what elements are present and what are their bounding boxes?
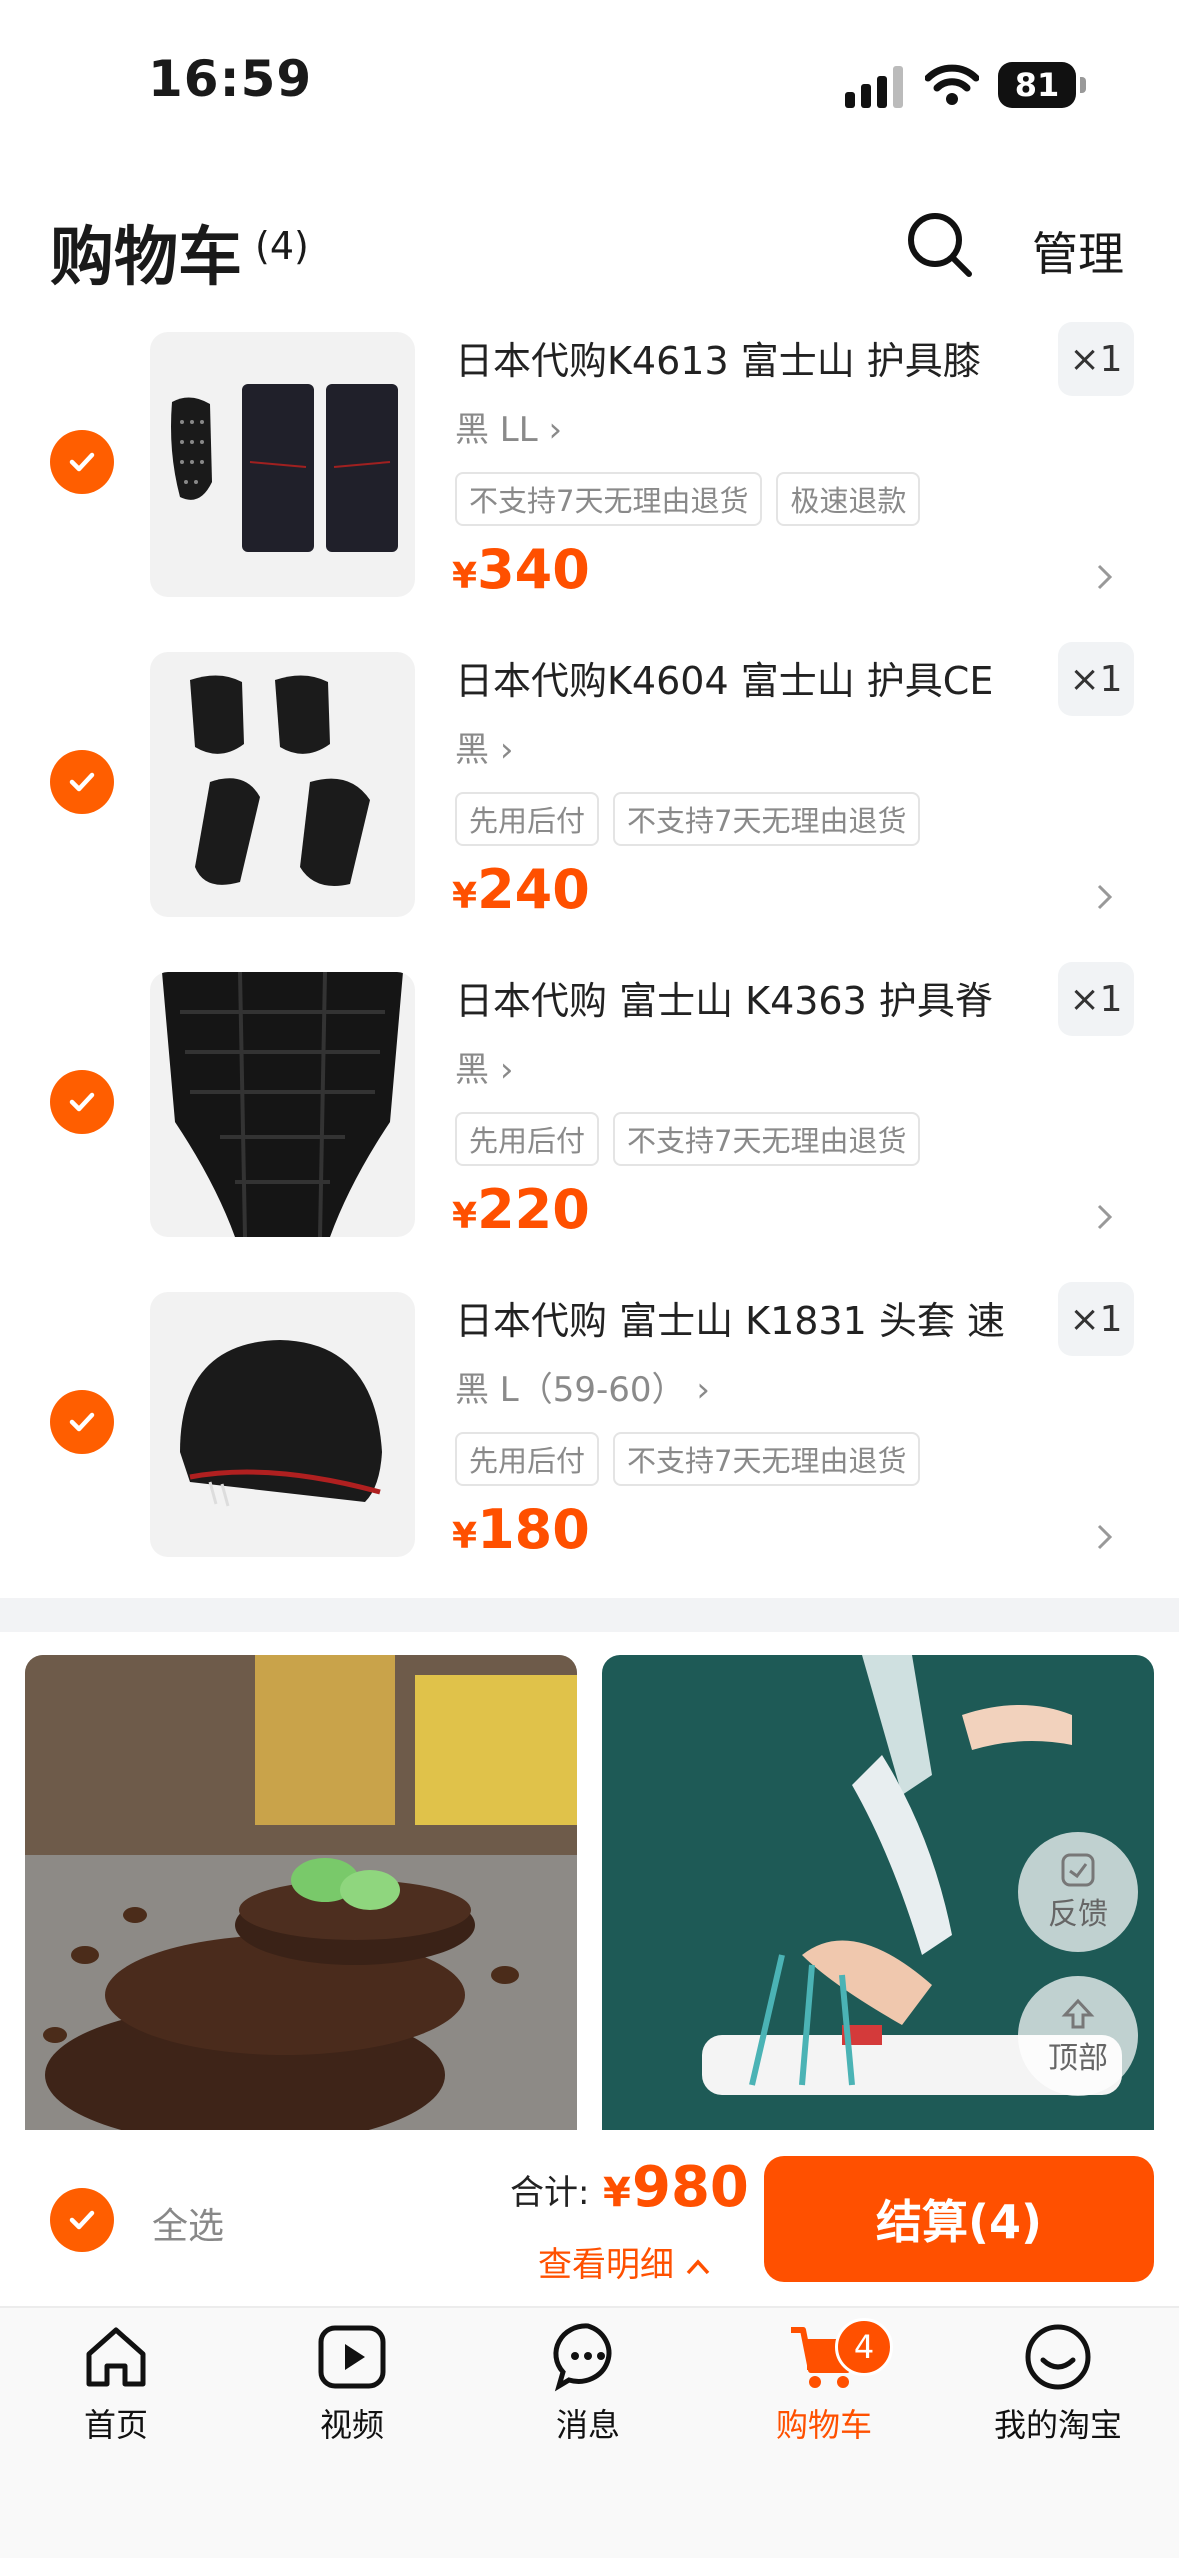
item-variant[interactable]: 黑 L（59-60） › bbox=[455, 1362, 710, 1411]
checkmark-icon bbox=[69, 1412, 95, 1432]
total-label: 合计: bbox=[510, 2173, 590, 2213]
checkmark-icon bbox=[69, 2210, 95, 2230]
back-to-top-button[interactable]: 顶部 bbox=[1018, 1976, 1138, 2096]
tag: 先用后付 bbox=[455, 1432, 600, 1486]
manage-button[interactable]: 管理 bbox=[1032, 218, 1124, 284]
chevron-right-icon[interactable] bbox=[1094, 1522, 1116, 1552]
chevron-right-icon[interactable] bbox=[1094, 882, 1116, 912]
tag: 先用后付 bbox=[455, 792, 600, 846]
tab-cart[interactable]: 购物车 bbox=[724, 2320, 924, 2446]
checkmark-icon bbox=[69, 772, 95, 792]
view-details-button[interactable]: 查看明细 bbox=[538, 2237, 711, 2286]
search-icon[interactable] bbox=[905, 210, 975, 280]
cart-item: 日本代购K4613 富士山 护具膝 黑 LL › 不支持7天无理由退货 极速退款… bbox=[0, 310, 1179, 630]
product-image-knee-guard[interactable] bbox=[150, 332, 415, 597]
quantity-button[interactable]: ×1 bbox=[1058, 322, 1134, 396]
item-title[interactable]: 日本代购 富士山 K4363 护具脊 bbox=[455, 970, 1035, 1025]
feedback-icon bbox=[1061, 1853, 1095, 1887]
tab-my-taobao[interactable]: 我的淘宝 bbox=[958, 2320, 1158, 2446]
select-all-checkbox[interactable] bbox=[50, 2188, 114, 2252]
cart-count: (4) bbox=[255, 224, 309, 268]
item-tags: 不支持7天无理由退货 极速退款 bbox=[455, 472, 921, 526]
chevron-right-icon: › bbox=[696, 1370, 710, 1410]
chat-bubble-icon bbox=[553, 2323, 612, 2392]
checkmark-icon bbox=[69, 1092, 95, 1112]
item-price: ¥220 bbox=[452, 1178, 590, 1241]
item-price: ¥340 bbox=[452, 538, 590, 601]
item-title[interactable]: 日本代购K4604 富士山 护具CE bbox=[455, 650, 1035, 705]
chevron-right-icon[interactable] bbox=[1094, 562, 1116, 592]
cart-badge: 4 bbox=[835, 2318, 893, 2376]
status-time: 16:59 bbox=[148, 50, 313, 108]
checkmark-icon bbox=[69, 452, 95, 472]
tag: 不支持7天无理由退货 bbox=[455, 472, 763, 526]
tag: 不支持7天无理由退货 bbox=[613, 1112, 921, 1166]
item-variant[interactable]: 黑 LL › bbox=[455, 402, 562, 451]
wifi-icon bbox=[925, 64, 979, 105]
chevron-right-icon: › bbox=[499, 1050, 514, 1090]
item-checkbox[interactable] bbox=[50, 750, 114, 814]
quantity-button[interactable]: ×1 bbox=[1058, 962, 1134, 1036]
product-image-chocolate-cookies bbox=[25, 1655, 577, 2135]
profile-smile-icon bbox=[1025, 2324, 1091, 2390]
item-tags: 先用后付 不支持7天无理由退货 bbox=[455, 792, 921, 846]
item-checkbox[interactable] bbox=[50, 430, 114, 494]
item-title[interactable]: 日本代购K4613 富士山 护具膝 bbox=[455, 330, 1035, 385]
product-image-helmet-liner[interactable] bbox=[150, 1292, 415, 1557]
tab-video[interactable]: 视频 bbox=[252, 2320, 452, 2446]
tag: 不支持7天无理由退货 bbox=[613, 1432, 921, 1486]
cart-item: 日本代购K4604 富士山 护具CE 黑 › 先用后付 不支持7天无理由退货 ¥… bbox=[0, 630, 1179, 950]
chevron-right-icon: › bbox=[548, 410, 563, 450]
total-amount: 980 bbox=[632, 2155, 749, 2220]
select-all-label[interactable]: 全选 bbox=[152, 2197, 224, 2249]
chevron-right-icon: › bbox=[499, 730, 514, 770]
tab-home[interactable]: 首页 bbox=[16, 2320, 216, 2446]
cart-item: 日本代购 富士山 K1831 头套 速 黑 L（59-60） › 先用后付 不支… bbox=[0, 1270, 1179, 1590]
cellular-signal-icon bbox=[845, 66, 905, 108]
item-price: ¥180 bbox=[452, 1498, 590, 1561]
section-divider bbox=[0, 1598, 1179, 1632]
item-tags: 先用后付 不支持7天无理由退货 bbox=[455, 1432, 921, 1486]
tab-messages[interactable]: 消息 bbox=[488, 2320, 688, 2446]
cart-item: 日本代购 富士山 K4363 护具脊 黑 › 先用后付 不支持7天无理由退货 ¥… bbox=[0, 950, 1179, 1270]
tag: 极速退款 bbox=[776, 472, 921, 526]
item-tags: 先用后付 不支持7天无理由退货 bbox=[455, 1112, 921, 1166]
page-title: 购物车 bbox=[50, 221, 242, 295]
checkout-button[interactable]: 结算(4) bbox=[764, 2156, 1154, 2282]
chevron-right-icon[interactable] bbox=[1094, 1202, 1116, 1232]
product-image-elbow-guard[interactable] bbox=[150, 652, 415, 917]
arrow-up-icon bbox=[1061, 1998, 1095, 2029]
quantity-button[interactable]: ×1 bbox=[1058, 642, 1134, 716]
item-checkbox[interactable] bbox=[50, 1390, 114, 1454]
item-price: ¥240 bbox=[452, 858, 590, 921]
video-play-icon bbox=[318, 2325, 386, 2389]
chevron-up-icon bbox=[686, 2258, 710, 2274]
item-checkbox[interactable] bbox=[50, 1070, 114, 1134]
battery-indicator: 81 bbox=[998, 62, 1086, 108]
feedback-button[interactable]: 反馈 bbox=[1018, 1832, 1138, 1952]
item-variant[interactable]: 黑 › bbox=[455, 1042, 513, 1091]
home-icon bbox=[86, 2327, 146, 2387]
quantity-button[interactable]: ×1 bbox=[1058, 1282, 1134, 1356]
recommendation-card[interactable] bbox=[25, 1655, 577, 2135]
total-currency: ¥ bbox=[603, 2170, 631, 2216]
item-title[interactable]: 日本代购 富士山 K1831 头套 速 bbox=[455, 1290, 1035, 1345]
product-image-back-protector[interactable] bbox=[150, 972, 415, 1237]
item-variant[interactable]: 黑 › bbox=[455, 722, 513, 771]
tag: 先用后付 bbox=[455, 1112, 600, 1166]
tag: 不支持7天无理由退货 bbox=[613, 792, 921, 846]
